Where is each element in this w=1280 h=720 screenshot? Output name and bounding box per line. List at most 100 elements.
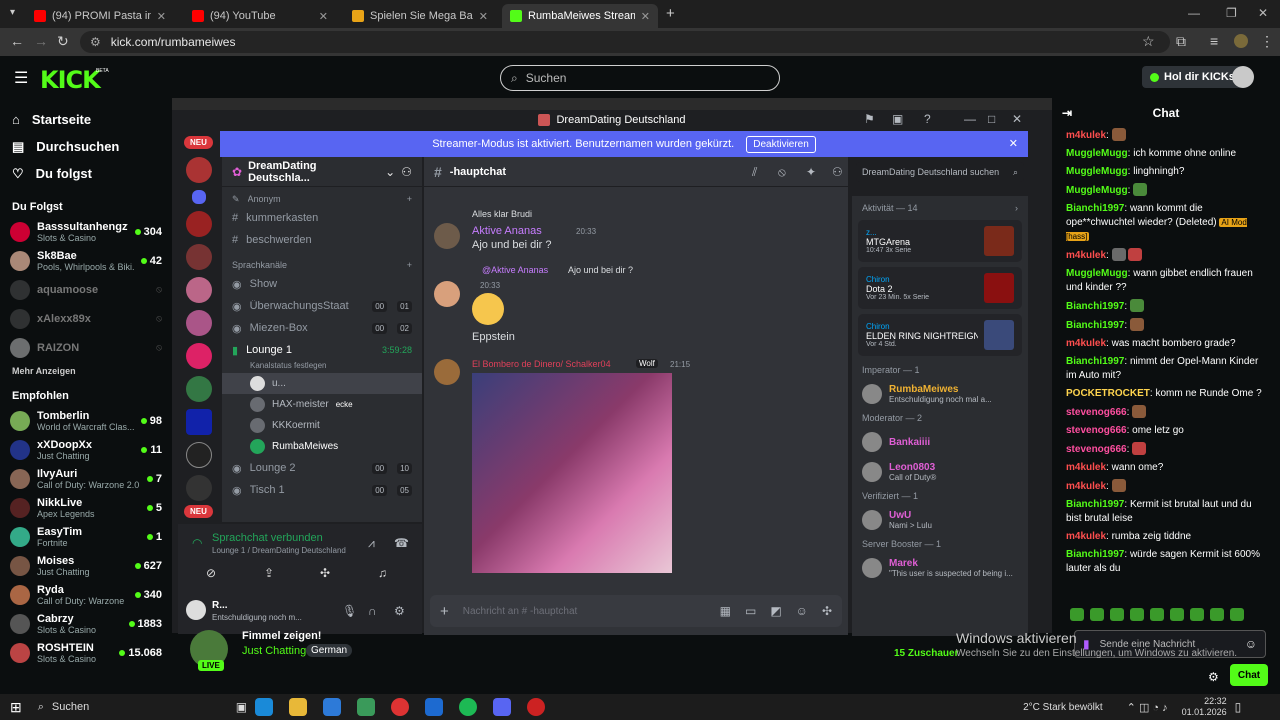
member[interactable]: UwU Nami > Lulu (852, 505, 1028, 535)
server-icon[interactable] (186, 442, 212, 468)
help-icon[interactable]: ? (924, 112, 931, 126)
chat-username[interactable]: Bianchi1997 (1066, 549, 1124, 560)
emote-icon[interactable] (1130, 608, 1144, 621)
chat-username[interactable]: stevenog666 (1066, 425, 1127, 436)
media-player-icon[interactable] (425, 698, 444, 716)
emote-icon[interactable] (1090, 608, 1104, 621)
followed-channel[interactable]: RAIZON ⦸ (0, 333, 170, 362)
app-icon[interactable] (527, 698, 546, 716)
spotify-icon[interactable] (459, 698, 478, 716)
member[interactable]: Bankaiiii (852, 427, 1028, 457)
server-icon[interactable] (186, 157, 212, 183)
user-avatar[interactable] (434, 223, 460, 249)
recommended-channel[interactable]: NikkLive Apex Legends 5 (0, 493, 170, 522)
recommended-channel[interactable]: xXDoopXx Just Chatting 11 (0, 435, 170, 464)
chat-username[interactable]: m4kulek (1066, 462, 1106, 473)
chat-username[interactable]: Bianchi1997 (1066, 301, 1124, 312)
emote-icon[interactable] (1170, 608, 1184, 621)
followed-channel[interactable]: aquamoose ⦸ (0, 275, 170, 304)
store-icon[interactable] (323, 698, 342, 716)
windows-start-icon[interactable]: ⊞ (10, 699, 22, 716)
emoji-icon[interactable]: ☺ (1245, 637, 1257, 651)
server-icon[interactable] (186, 409, 212, 435)
channel-status[interactable]: Kanalstatus festlegen (222, 361, 422, 373)
apps-icon[interactable]: ✣ (822, 604, 832, 618)
recommended-channel[interactable]: ROSHTEIN Slots & Casino 15.068 (0, 638, 170, 667)
server-icon[interactable] (186, 376, 212, 402)
user-avatar[interactable] (434, 359, 460, 385)
activity-card[interactable]: Chiron Dota 2 Vor 23 Min. 5x Serie (858, 267, 1022, 309)
folder-icon[interactable] (192, 190, 206, 204)
weather-widget[interactable]: 2°C Stark bewölkt (1023, 702, 1103, 713)
gif-image[interactable] (472, 373, 672, 573)
chat-username[interactable]: Bianchi1997 (1066, 203, 1124, 214)
add-icon[interactable]: + (407, 260, 412, 270)
pin-icon[interactable]: ✦ (806, 165, 816, 179)
win-minimize-icon[interactable]: — (964, 112, 976, 126)
voice-miezen[interactable]: ◉ Miezen-Box 00 02 (222, 317, 422, 339)
mute-icon[interactable]: ⦸ (778, 165, 786, 180)
channel-beschwerden[interactable]: # beschwerden (222, 229, 422, 251)
recommended-channel[interactable]: Ryda Call of Duty: Warzone 340 (0, 580, 170, 609)
chat-username[interactable]: POCKETROCKET (1066, 388, 1150, 399)
edge-icon[interactable] (255, 698, 274, 716)
threads-icon[interactable]: ⫽ (752, 165, 757, 180)
url-field[interactable]: ⚙ kick.com/rumbameiwes (80, 31, 1170, 53)
soundboard-icon[interactable]: ♫ (378, 566, 387, 580)
nav-home[interactable]: ⌂ Startseite (0, 106, 170, 133)
win-close-icon[interactable]: ✕ (1012, 112, 1022, 126)
search-input[interactable]: ⌕ Suchen (500, 65, 780, 91)
member[interactable]: Marek "This user is suspected of being i.… (852, 553, 1028, 583)
activity-card[interactable]: Chiron ELDEN RING NIGHTREIGN Vor 4 Std. (858, 314, 1022, 356)
extensions-icon[interactable]: ⧉ (1176, 33, 1186, 50)
chat-username[interactable]: stevenog666 (1066, 444, 1127, 455)
tag-chip[interactable]: German (306, 644, 353, 657)
attach-plus-icon[interactable]: + (440, 603, 449, 620)
discord-icon[interactable] (493, 698, 512, 716)
voice-user[interactable]: HAX-meister ecke (222, 394, 422, 415)
minimize-icon[interactable]: — (1188, 6, 1200, 20)
clock[interactable]: 22:32 01.01.2026 (1182, 696, 1227, 718)
stream-category-link[interactable]: Just Chatting (242, 645, 306, 657)
server-icon[interactable] (186, 211, 212, 237)
notifications-icon[interactable]: ▯ (1235, 700, 1242, 714)
screen-share-icon[interactable]: ⇪ (264, 566, 274, 580)
followed-channel[interactable]: xAlexx89x ⦸ (0, 304, 170, 333)
sticker-icon[interactable]: ◩ (770, 604, 781, 618)
emote-icon[interactable] (1190, 608, 1204, 621)
kick-logo[interactable]: KICK (40, 66, 101, 94)
activities-icon[interactable]: ✣ (320, 566, 330, 580)
menu-kebab-icon[interactable]: ⋮ (1260, 33, 1274, 50)
reload-icon[interactable]: ↻ (57, 33, 69, 50)
server-icon[interactable] (186, 277, 212, 303)
hamburger-icon[interactable]: ☰ (14, 68, 28, 88)
discord-search[interactable]: DreamDating Deutschland suchen ⌕ (856, 162, 1024, 182)
chat-username[interactable]: m4kulek (1066, 338, 1106, 349)
close-tab-icon[interactable]: ✕ (319, 10, 328, 23)
member[interactable]: Leon0803 Call of Duty® (852, 457, 1028, 487)
chat-username[interactable]: Bianchi1997 (1066, 320, 1124, 331)
show-more-link[interactable]: Mehr Anzeigen (0, 366, 170, 382)
chat-username[interactable]: MuggleMugg (1066, 185, 1128, 196)
member[interactable]: RumbaMeiwes Entschuldigung noch mal a... (852, 379, 1028, 409)
browser-tab-active[interactable]: RumbaMeiwes Stream - Watch✕ (502, 4, 658, 28)
category-anon[interactable]: ✎ Anonym + (222, 191, 422, 207)
close-window-icon[interactable]: ✕ (1258, 6, 1268, 20)
voice-user[interactable]: RumbaMeiwes (222, 436, 422, 457)
close-tab-icon[interactable]: ✕ (479, 10, 488, 23)
explorer-icon[interactable] (289, 698, 308, 716)
server-icon[interactable] (186, 244, 212, 270)
chat-username[interactable]: Bianchi1997 (1066, 499, 1124, 510)
chrome-icon[interactable] (391, 698, 410, 716)
banner-close-icon[interactable]: ✕ (1009, 137, 1018, 150)
user-avatar[interactable] (434, 281, 460, 307)
chat-username[interactable]: Bianchi1997 (1066, 356, 1124, 367)
followed-channel[interactable]: Basssultanhengzt...Slots & Casino 304 (0, 217, 170, 246)
emoji-icon[interactable]: ☺ (796, 604, 808, 618)
my-avatar[interactable] (186, 600, 206, 620)
media-icon[interactable]: ≡ (1210, 33, 1218, 49)
user-avatar[interactable] (1232, 66, 1254, 88)
inbox-icon[interactable]: ⚑ (864, 112, 875, 126)
category-voice[interactable]: Sprachkanäle + (222, 257, 422, 273)
chat-username[interactable]: m4kulek (1066, 130, 1106, 141)
